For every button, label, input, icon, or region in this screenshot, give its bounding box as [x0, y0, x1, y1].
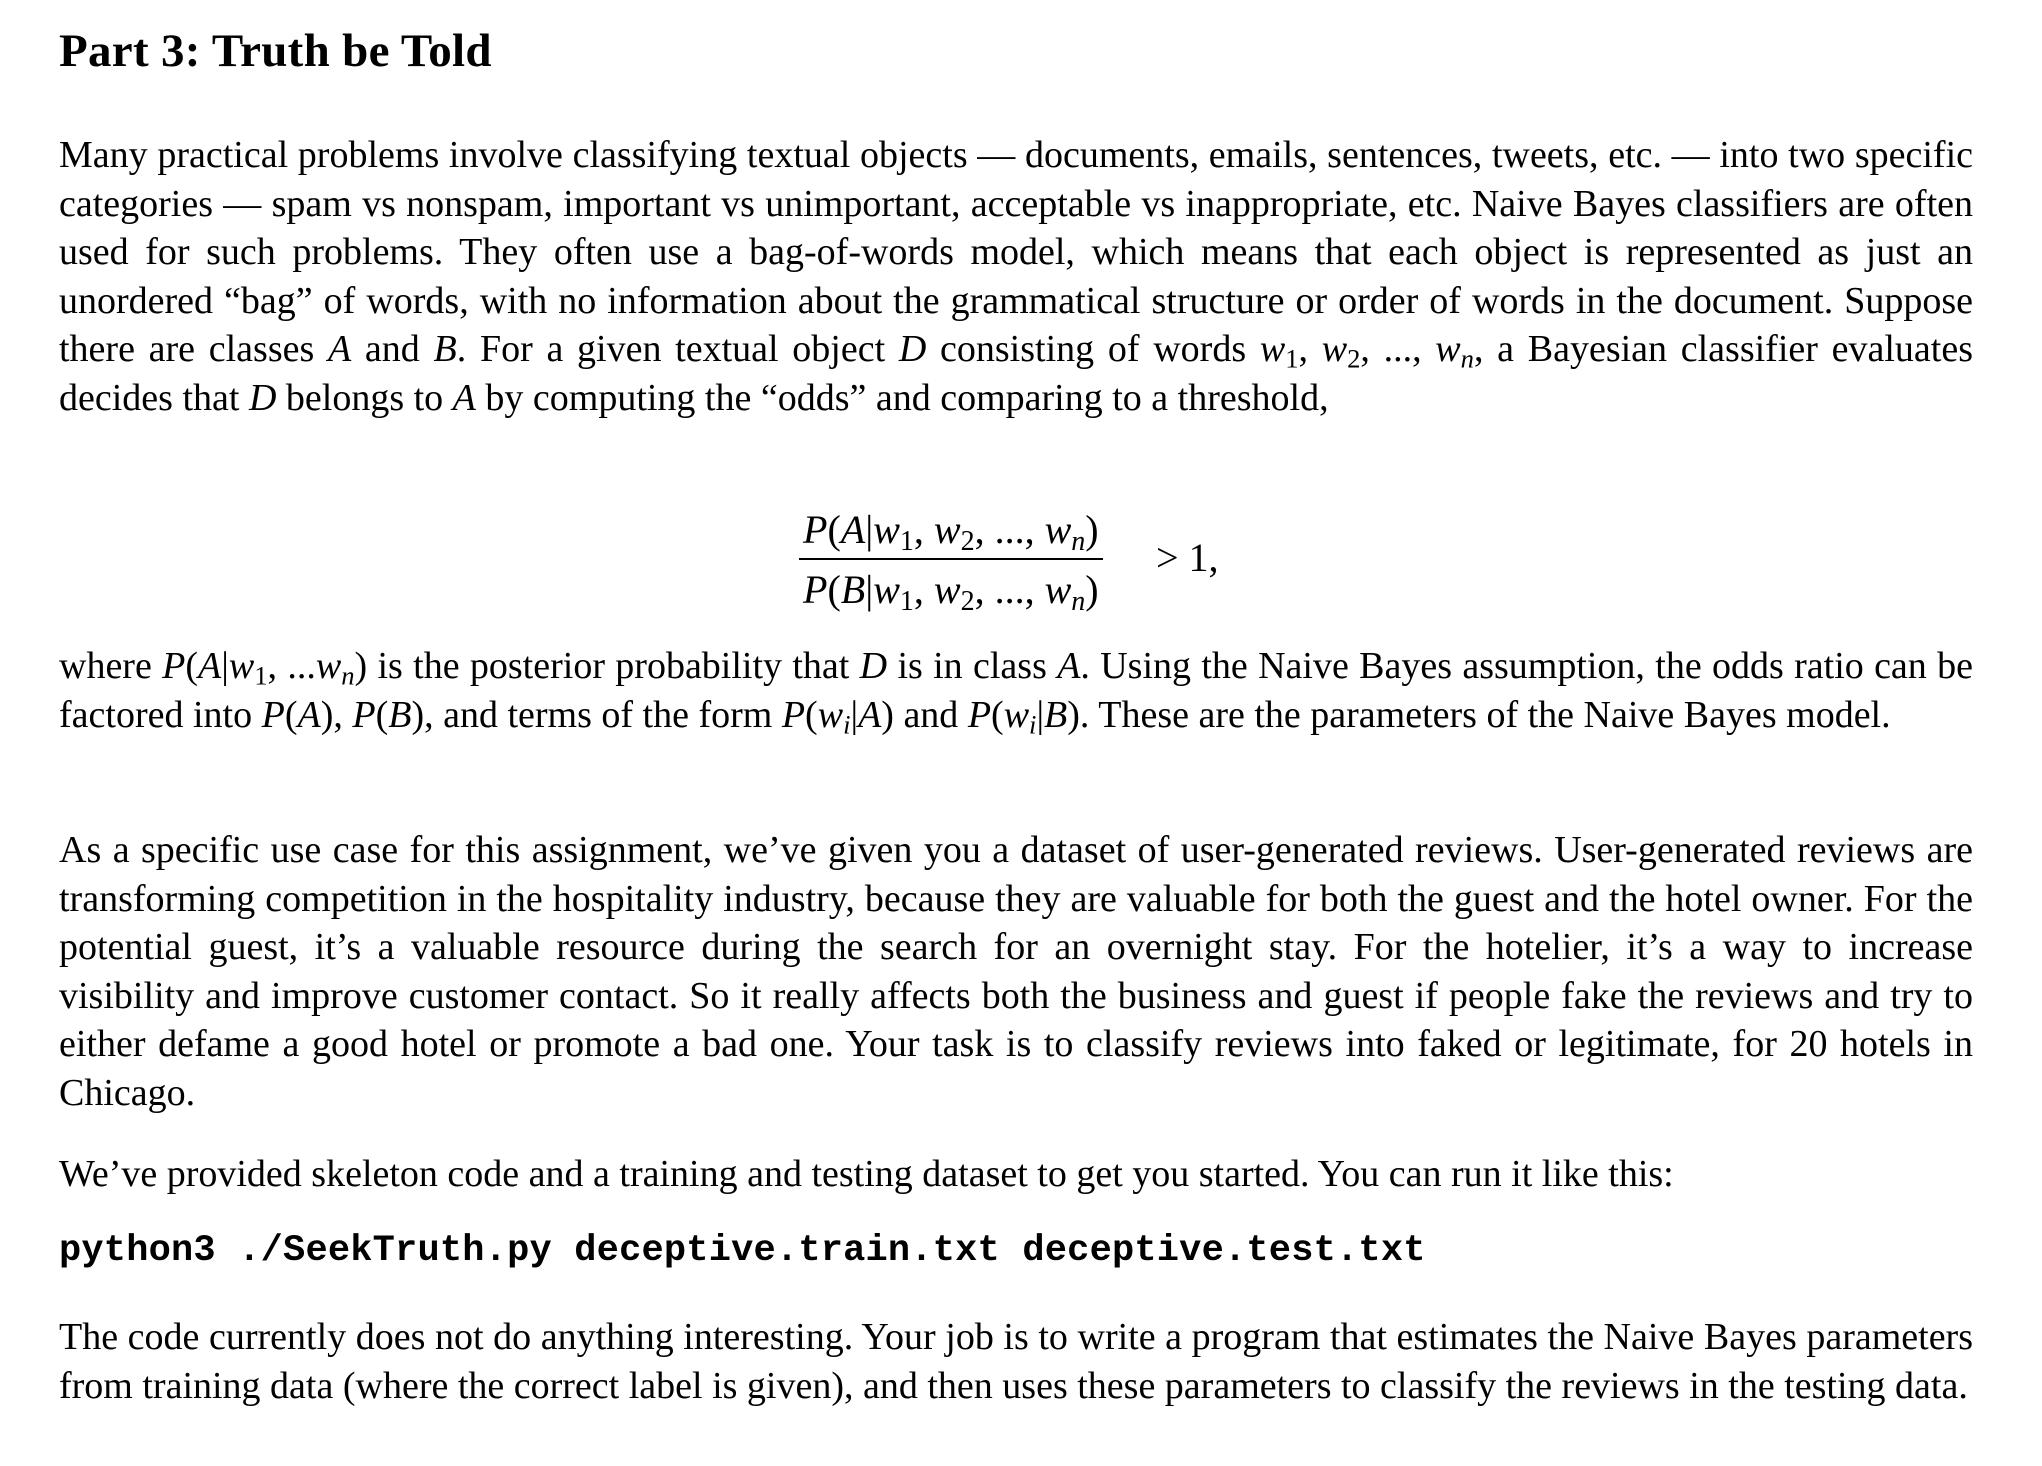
equation-relation: > 1, [1156, 535, 1219, 580]
text-run: . For a given textual object [456, 328, 899, 370]
fraction-denominator: P(B|w1, w2, ..., wn) [803, 567, 1099, 617]
text-run: is in class [887, 645, 1058, 687]
fraction-bar [799, 558, 1103, 560]
text-run: , [333, 693, 353, 736]
math-pwa: P(wi|A) [781, 693, 894, 740]
text-run: by computing the “odds” and comparing to… [475, 376, 1329, 419]
run-command: python3 ./SeekTruth.py deceptive.train.t… [59, 1230, 1426, 1272]
math-var-a: A [452, 376, 476, 419]
text-run: where [59, 645, 163, 687]
paragraph-posterior: where P(A|w1, ...wn) is the posterior pr… [59, 642, 1973, 739]
math-var-d: D [248, 376, 277, 419]
math-word-list: w1, w2, ..., wn [1259, 328, 1474, 374]
paragraph-skeleton: We’ve provided skeleton code and a train… [59, 1153, 1674, 1195]
text-run: and [351, 328, 434, 370]
text-run: belongs to [276, 376, 453, 419]
math-pb: P(B) [352, 693, 425, 736]
paragraph-task: The code currently does not do anything … [59, 1316, 1973, 1407]
text-run: , and terms of the form [424, 693, 782, 736]
paragraph-intro: Many practical problems involve classify… [59, 131, 1973, 422]
math-posterior: P(A|w1, ...wn) [162, 645, 368, 691]
odds-fraction: P(A|w1, w2, ..., wn) P(B|w1, w2, ..., wn… [799, 506, 1103, 617]
math-var-a: A [328, 328, 352, 370]
math-var-b: B [433, 328, 457, 370]
section-title: Part 3: Truth be Told [59, 25, 492, 77]
math-var-d: D [859, 645, 888, 687]
paragraph-use-case: As a specific use case for this assignme… [59, 829, 1973, 1114]
text-run: . These are the parameters of the Naive … [1079, 693, 1891, 736]
math-pwb: P(wi|B) [967, 693, 1080, 740]
text-run: is the posterior probability that [367, 645, 860, 687]
text-run: and [893, 693, 968, 736]
math-pa: P(A) [261, 693, 334, 736]
math-var-d: D [898, 328, 927, 370]
fraction-numerator: P(A|w1, w2, ..., wn) [803, 507, 1099, 557]
text-run: consisting of words [926, 328, 1260, 370]
math-var-a: A [1057, 645, 1081, 687]
